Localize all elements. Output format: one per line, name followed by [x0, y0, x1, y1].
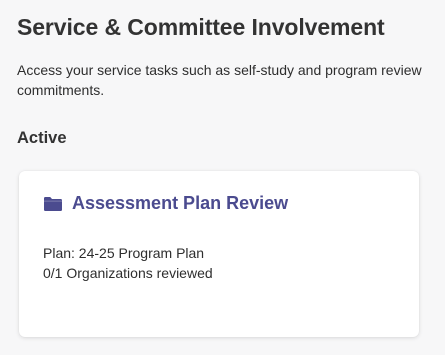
page-description: Access your service tasks such as self-s… [17, 62, 422, 98]
assessment-plan-review-card[interactable]: Assessment Plan Review Plan: 24-25 Progr… [19, 171, 419, 337]
card-plan-text: Plan: 24-25 Program Plan [43, 245, 205, 261]
card-title-link[interactable]: Assessment Plan Review [72, 193, 288, 214]
folder-icon [43, 196, 63, 212]
page-title: Service & Committee Involvement [17, 14, 385, 40]
card-progress-text: 0/1 Organizations reviewed [43, 265, 213, 281]
card-header[interactable]: Assessment Plan Review [43, 193, 288, 214]
section-heading-active: Active [17, 129, 67, 147]
